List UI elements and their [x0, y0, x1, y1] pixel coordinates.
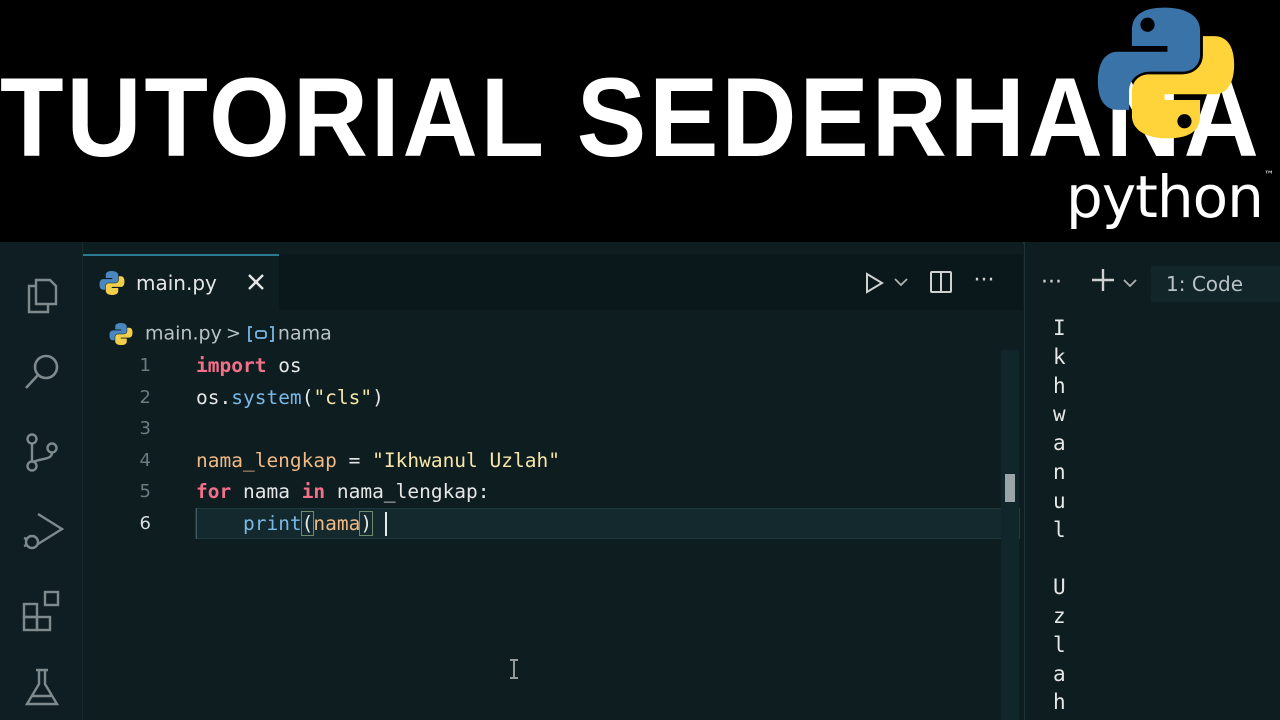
extensions-icon[interactable] [20, 588, 64, 632]
output-line: z [1053, 603, 1066, 628]
code-text: for nama in nama_lengkap: [196, 476, 490, 507]
text-caret [385, 511, 387, 536]
line-number: 3 [139, 418, 151, 439]
breadcrumb-symbol[interactable]: nama [278, 323, 332, 345]
output-line: w [1053, 402, 1066, 427]
output-line: k [1053, 344, 1066, 369]
token-string: "cls" [313, 385, 373, 409]
banner: TUTORIAL SEDERHANA python ™ [0, 0, 1280, 240]
code-text: import os [196, 350, 302, 381]
editor-area: main.py ··· main.py > nama 1 import os 2… [83, 242, 1023, 720]
code-area[interactable]: 1 import os 2 os.system("cls") 3 4 nama_… [83, 350, 1020, 720]
tab-label: main.py [136, 271, 217, 295]
token-bracket: ) [359, 510, 374, 536]
source-control-icon[interactable] [20, 430, 64, 474]
play-icon[interactable] [863, 272, 885, 294]
token-text: ) [372, 385, 384, 409]
editor-scrollbar[interactable] [1001, 350, 1019, 720]
token-text: os [266, 354, 302, 377]
trademark-symbol: ™ [1264, 170, 1274, 181]
python-file-icon [109, 322, 133, 345]
code-text: nama_lengkap = "Ikhwanul Uzlah" [196, 445, 560, 476]
code-text: os.system("cls") [196, 382, 384, 413]
token-keyword: in [301, 480, 326, 503]
token-bracket: ( [300, 510, 315, 536]
code-line: 1 import os [83, 350, 1001, 381]
token-text: ( [301, 385, 314, 409]
token-text: os [196, 385, 220, 409]
token-text: nama [231, 480, 302, 503]
token-text: nama_lengkap: [325, 480, 490, 503]
code-text: print(nama) [196, 508, 374, 539]
line-number: 4 [139, 449, 151, 471]
token-string: "Ikhwanul Uzlah" [372, 448, 560, 472]
tab-main-py[interactable]: main.py [83, 254, 279, 310]
python-file-icon [99, 271, 125, 295]
token-text: . [219, 385, 232, 409]
banner-title: TUTORIAL SEDERHANA [0, 55, 1262, 180]
code-editor-window: main.py ··· main.py > nama 1 import os 2… [0, 242, 1280, 720]
token-keyword: import [196, 354, 267, 377]
output-line: l [1053, 517, 1066, 542]
breadcrumb-file[interactable]: main.py [145, 323, 222, 345]
token-keyword: for [196, 480, 232, 503]
output-line: l [1053, 632, 1066, 657]
line-number: 2 [139, 386, 151, 408]
activity-bar [0, 242, 83, 720]
code-line: 5 for nama in nama_lengkap: [83, 476, 1001, 507]
terminal-output: I k h w a n u l U z l a h [1053, 314, 1066, 717]
token-variable: nama_lengkap [196, 448, 337, 472]
scrollbar-thumb[interactable] [1005, 474, 1015, 502]
breadcrumb: main.py > nama [109, 320, 332, 346]
token-function: system [231, 385, 302, 409]
ibeam-cursor-icon [510, 659, 518, 679]
split-editor-icon[interactable] [929, 270, 953, 294]
code-line: 2 os.system("cls") [83, 382, 1001, 413]
more-actions-button[interactable]: ··· [1041, 272, 1062, 294]
tab-strip: main.py ··· [83, 254, 1023, 310]
files-icon[interactable] [20, 272, 64, 316]
symbol-variable-icon [248, 325, 274, 342]
testing-icon[interactable] [20, 666, 64, 710]
chevron-down-icon[interactable] [1123, 276, 1137, 290]
output-line: h [1053, 690, 1066, 715]
line-number: 5 [139, 481, 151, 502]
breadcrumb-separator: > [225, 322, 241, 344]
output-line: I [1053, 316, 1066, 340]
python-wordmark: python [1066, 163, 1264, 231]
more-actions-button[interactable]: ··· [969, 270, 999, 294]
line-number: 6 [139, 512, 151, 534]
search-icon[interactable] [20, 350, 64, 394]
close-icon[interactable] [243, 268, 269, 296]
token-text: = [336, 448, 373, 472]
line-number: 1 [139, 355, 151, 376]
output-line: h [1053, 373, 1066, 398]
output-line: U [1053, 575, 1066, 600]
output-line: u [1053, 488, 1066, 513]
chevron-down-icon[interactable] [893, 274, 909, 290]
code-line: 4 nama_lengkap = "Ikhwanul Uzlah" [83, 445, 1001, 476]
terminal-panel: ··· 1: Code I k h w a n u l U z l a h [1024, 242, 1280, 720]
output-line: a [1053, 431, 1066, 456]
code-line-active: 6 print(nama) [83, 507, 1020, 539]
token-variable: nama [313, 511, 361, 535]
output-line: a [1053, 661, 1066, 686]
run-debug-icon[interactable] [20, 508, 64, 552]
python-logo-icon [1097, 7, 1235, 139]
token-function: print [242, 511, 302, 535]
code-line: 3 [83, 413, 1001, 444]
plus-icon[interactable] [1089, 266, 1117, 294]
terminal-selector[interactable]: 1: Code [1151, 266, 1280, 302]
output-line: n [1053, 459, 1066, 484]
